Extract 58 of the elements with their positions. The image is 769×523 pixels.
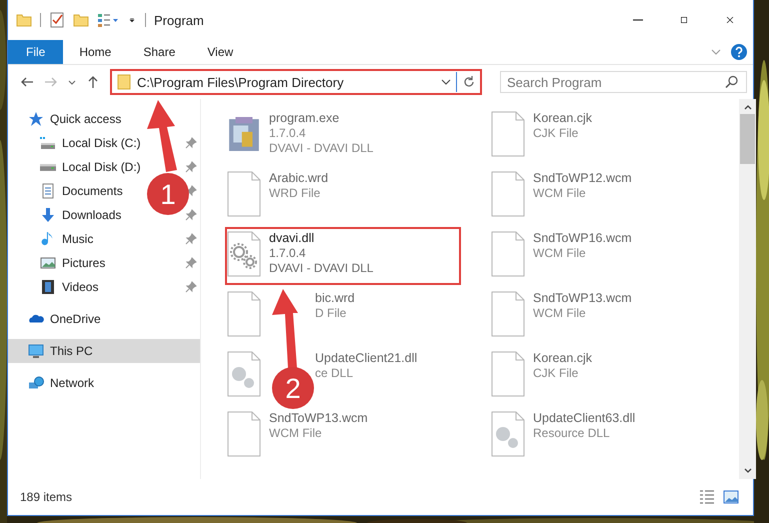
file-detail: WRD File — [269, 186, 320, 201]
ribbon-tab[interactable]: Home — [63, 40, 128, 64]
sidebar-item[interactable]: Pictures — [40, 251, 110, 275]
sidebar-item[interactable]: Music — [40, 227, 98, 251]
file-detail: ce DLL — [315, 366, 354, 381]
file-detail: CJK File — [533, 366, 578, 381]
sidebar-label: Local Disk (C:) — [62, 136, 141, 150]
search-field[interactable]: Search Program — [500, 71, 747, 93]
address-field[interactable]: C:\Program Files\Program Directory — [110, 69, 482, 95]
file-name[interactable]: UpdateClient21.dll — [315, 351, 418, 366]
step-number-callout: 2 — [272, 367, 314, 409]
file-detail: DVAVI - DVAVI DLL — [269, 261, 374, 276]
sidebar-label: This PC — [50, 344, 93, 358]
file-detail: 1.7.0.4 — [269, 246, 306, 261]
sidebar-item[interactable]: Local Disk (C:) — [40, 131, 145, 155]
file-detail: CJK File — [533, 126, 578, 141]
file-name[interactable]: Arabic.wrd — [269, 171, 328, 186]
item-count: 189 items — [20, 490, 72, 504]
sidebar-item[interactable]: This PC — [8, 339, 200, 363]
file-detail: Resource DLL — [533, 426, 610, 441]
sidebar-item[interactable]: Documents — [40, 179, 127, 203]
step-number-callout: 1 — [147, 173, 189, 215]
sidebar-label: Local Disk (D:) — [62, 160, 141, 174]
file-detail: WCM File — [533, 186, 586, 201]
ribbon-tab[interactable]: View — [191, 40, 250, 64]
sidebar-item[interactable]: Quick access — [8, 107, 200, 131]
sidebar-item[interactable]: OneDrive — [8, 307, 200, 331]
file-detail: WCM File — [533, 306, 586, 321]
sidebar-label: Network — [50, 376, 94, 390]
file-name[interactable]: SndToWP12.wcm — [533, 171, 632, 186]
sidebar-item[interactable]: Downloads — [40, 203, 126, 227]
sidebar-label: Music — [62, 232, 94, 246]
sidebar-label: Pictures — [62, 256, 106, 270]
file-name[interactable]: dvavi.dll — [269, 231, 314, 246]
ribbon-tab[interactable]: File — [8, 40, 64, 64]
sidebar-item[interactable]: Network — [8, 371, 200, 395]
file-detail: D File — [315, 306, 346, 321]
ribbon-tab[interactable]: Share — [127, 40, 192, 64]
sidebar-item[interactable]: Videos — [40, 275, 102, 299]
file-name[interactable]: SndToWP13.wcm — [269, 411, 368, 426]
file-name[interactable]: Korean.cjk — [533, 351, 592, 366]
sidebar-label: OneDrive — [50, 312, 101, 326]
sidebar-label: Videos — [62, 280, 98, 294]
file-name[interactable]: SndToWP16.wcm — [533, 231, 632, 246]
sidebar-label: Documents — [62, 184, 123, 198]
file-detail: WCM File — [269, 426, 322, 441]
file-detail: 1.7.0.4 — [269, 126, 306, 141]
sidebar-label: Downloads — [62, 208, 122, 222]
file-name[interactable]: program.exe — [269, 111, 340, 126]
file-name[interactable]: bic.wrd — [315, 291, 355, 306]
file-name[interactable]: SndToWP13.wcm — [533, 291, 632, 306]
file-name[interactable]: Korean.cjk — [533, 111, 592, 126]
sidebar-item[interactable]: Local Disk (D:) — [40, 155, 145, 179]
sidebar-label: Quick access — [50, 112, 122, 126]
file-detail: DVAVI - DVAVI DLL — [269, 141, 374, 156]
file-name[interactable]: UpdateClient63.dll — [533, 411, 636, 426]
window-title: Program — [154, 12, 204, 28]
file-detail: WCM File — [533, 246, 586, 261]
